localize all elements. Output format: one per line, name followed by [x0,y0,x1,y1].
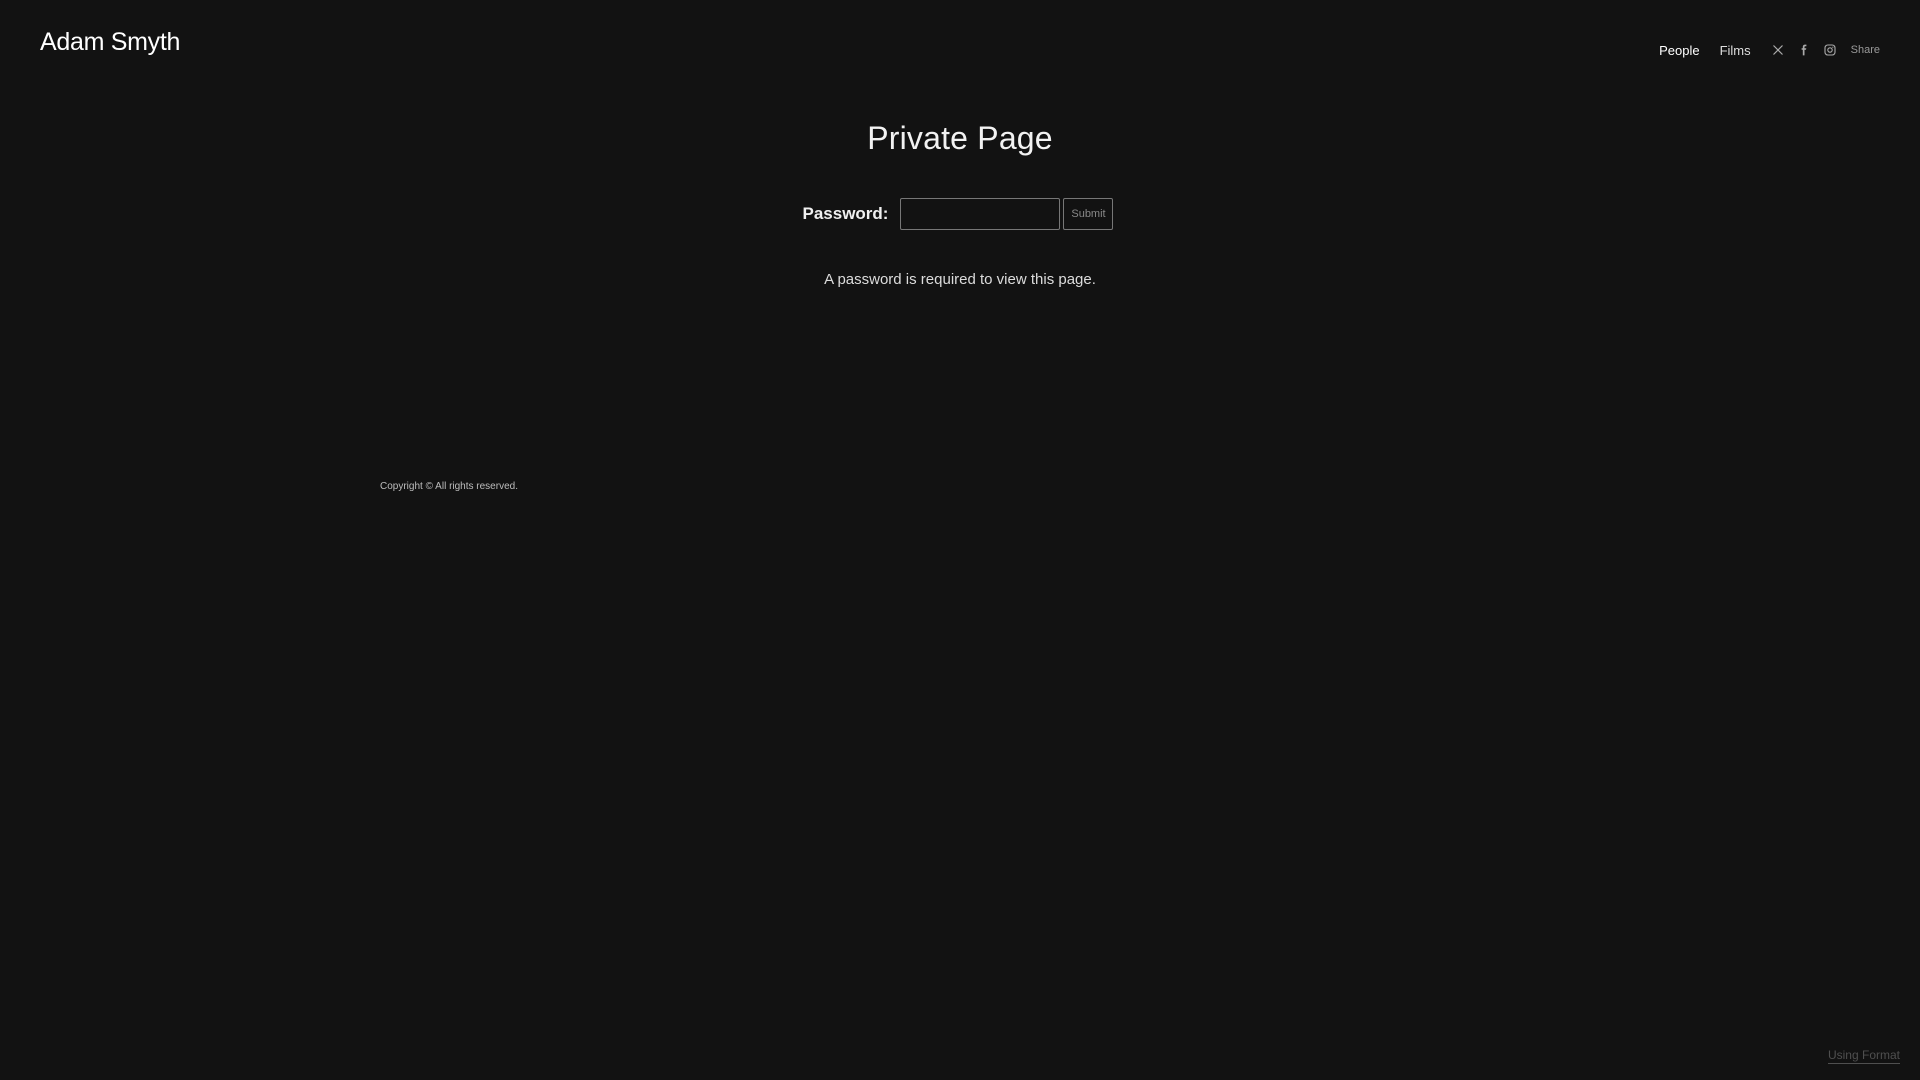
facebook-icon[interactable] [1797,43,1811,57]
password-input[interactable] [900,198,1061,230]
facebook-icon-graphic [1801,44,1807,56]
submit-button[interactable]: Submit [1063,198,1114,230]
page-title: Private Page [867,120,1053,156]
share-link[interactable]: Share [1851,44,1880,56]
x-twitter-icon[interactable] [1771,43,1785,57]
password-label: Password: [802,204,889,223]
nav-item-people[interactable]: People [1659,43,1699,58]
password-help-text: A password is required to view this page… [824,271,1096,288]
main-nav: People Films Share [1659,40,1880,60]
site-title[interactable]: Adam Smyth [40,28,180,57]
copyright-text: Copyright © All rights reserved. [380,481,518,492]
instagram-icon-graphic [1824,44,1836,56]
nav-item-films[interactable]: Films [1720,43,1751,58]
x-twitter-icon-graphic [1772,45,1783,55]
page: Adam Smyth People Films Share Private Pa… [0,0,1920,1080]
using-format-link[interactable]: Using Format [1827,1048,1900,1064]
password-form: Password: Submit [0,198,1920,230]
instagram-icon[interactable] [1823,43,1837,57]
